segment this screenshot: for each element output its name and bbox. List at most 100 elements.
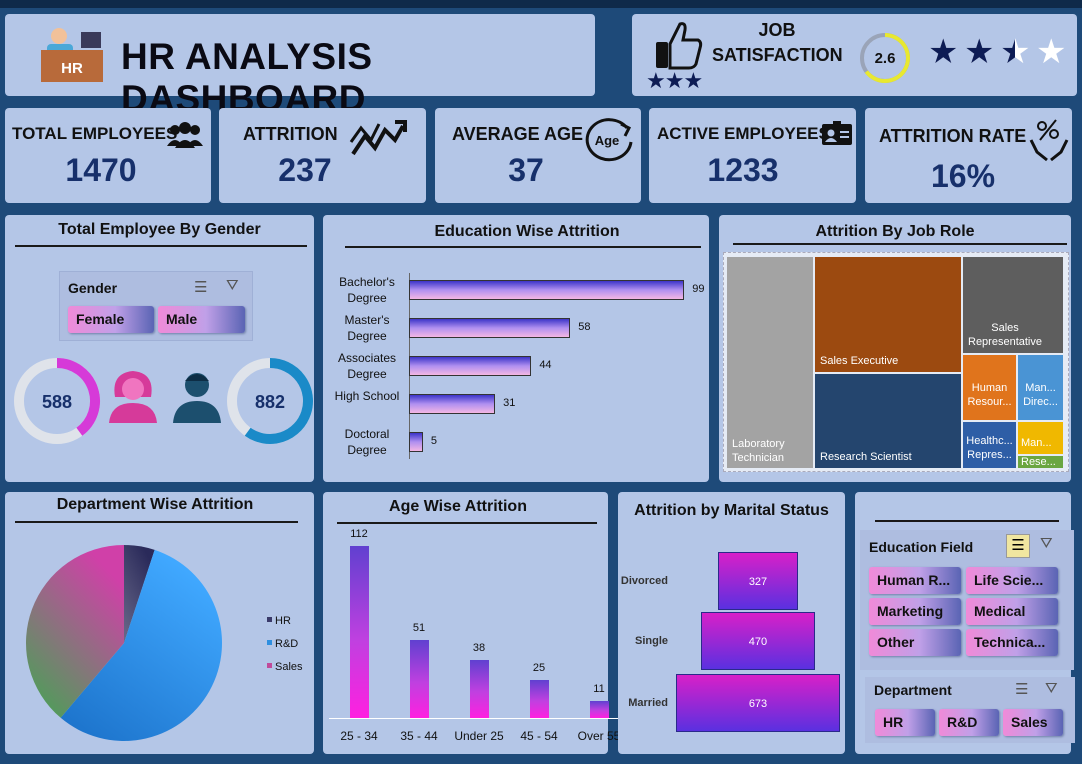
treemap-label: Human Resour... <box>967 382 1012 408</box>
treemap-label: Laboratory Technician <box>732 438 785 464</box>
slicers-panel: Education Field ☰ ⛛ Human R... Life Scie.… <box>855 492 1075 754</box>
treemap-manager[interactable]: Man... <box>1018 422 1063 454</box>
female-count: 588 <box>42 392 72 412</box>
multi-select-icon[interactable]: ☰ <box>1015 680 1028 698</box>
job-satisfaction-card: ★★★ JOB SATISFACTION 2.6 ★★★★★★★★ <box>632 14 1077 96</box>
multi-select-icon[interactable]: ☰ <box>1006 534 1030 558</box>
education-category-label: Master's Degree <box>344 313 390 343</box>
age-value-label: 38 <box>472 641 486 654</box>
slicer-education-field-button[interactable]: Technica... <box>966 629 1058 656</box>
department-pie-chart: HR R&D Sales <box>26 545 303 741</box>
education-field-slicer-title: Education Field <box>869 539 974 555</box>
legend-swatch <box>267 663 272 668</box>
kpi-value: 37 <box>508 152 544 188</box>
gender-slicer: Gender ☰ ⛛ Female Male <box>59 271 253 341</box>
rating-star: ★★ <box>928 33 959 71</box>
multi-select-icon[interactable]: ☰ <box>194 278 207 296</box>
legend-label: Sales <box>275 661 303 673</box>
marital-chart: 327 Divorced 470 Single 673 Married <box>618 492 845 754</box>
treemap-label: Healthc... Repres... <box>966 435 1013 461</box>
age-panel: Age Wise Attrition 112 25 - 34 51 35 - 44 38… <box>323 492 637 754</box>
treemap-laboratory-technician[interactable]: Laboratory Technician <box>727 257 813 468</box>
kpi-label: ACTIVE EMPLOYEES <box>657 124 830 143</box>
education-bar[interactable] <box>409 394 496 414</box>
rating-star-fill: ★ <box>964 34 994 70</box>
gender-panel: Total Employee By Gender Gender ☰ ⛛ Fema… <box>5 215 314 482</box>
satisfaction-score: 2.6 <box>875 50 896 67</box>
slicer-sales-button[interactable]: Sales <box>1003 709 1063 736</box>
slicer-education-field-button[interactable]: Other <box>869 629 961 656</box>
department-slicer: Department ☰ ⛛ HR R&D Sales <box>865 677 1075 743</box>
kpi-active-employees: ACTIVE EMPLOYEES 1233 <box>649 108 856 203</box>
treemap-sales-representative[interactable]: Sales Representative <box>963 257 1063 353</box>
gender-slicer-title: Gender <box>68 280 118 296</box>
education-panel: Education Wise Attrition Bachelor's Degr… <box>323 215 709 482</box>
treemap-research-director[interactable]: Rese... <box>1018 456 1063 468</box>
treemap-human-resources[interactable]: Human Resour... <box>963 355 1016 420</box>
hr-logo-icon: HR <box>41 28 103 82</box>
treemap-research-scientist[interactable]: Research Scientist <box>815 374 961 468</box>
slicer-female-button[interactable]: Female <box>68 306 154 333</box>
education-category-label: Doctoral Degree <box>344 427 390 457</box>
slicer-rd-button[interactable]: R&D <box>939 709 999 736</box>
age-bar[interactable] <box>590 701 609 718</box>
age-bar[interactable] <box>470 659 489 718</box>
slicer-male-button[interactable]: Male <box>158 306 245 333</box>
education-value-label: 31 <box>503 397 516 409</box>
age-bar[interactable] <box>410 639 429 718</box>
treemap-sales-executive[interactable]: Sales Executive <box>815 257 961 372</box>
age-value-label: 11 <box>593 683 605 696</box>
treemap-label: Man... <box>1021 437 1052 449</box>
job-satisfaction-title: JOB SATISFACTION <box>712 20 843 65</box>
kpi-value: 16% <box>930 158 996 194</box>
kpi-value: 237 <box>278 152 332 188</box>
legend-label: R&D <box>275 638 298 650</box>
treemap-label: Sales Representative <box>968 322 1042 348</box>
marital-panel: Attrition by Marital Status 327 Divorced 4… <box>618 492 845 754</box>
clear-filter-icon[interactable]: ⛛ <box>1040 535 1053 552</box>
kpi-label: ATTRITION RATE <box>879 126 1027 146</box>
small-stars: ★★★ <box>646 68 703 93</box>
slicer-education-field-button[interactable]: Human R... <box>869 567 961 594</box>
department-slicer-title: Department <box>874 682 952 698</box>
age-bar[interactable] <box>350 546 369 718</box>
education-bar[interactable] <box>409 356 532 376</box>
satisfaction-gauge: 2.6 <box>860 33 910 83</box>
rating-star: ★★ <box>1036 33 1067 71</box>
education-bar[interactable] <box>409 318 571 338</box>
slicer-education-field-button[interactable]: Life Scie... <box>966 567 1058 594</box>
id-card-icon <box>822 121 852 145</box>
clear-filter-icon[interactable]: ⛛ <box>226 277 239 294</box>
gender-panel-title: Total Employee By Gender <box>58 221 261 238</box>
female-donut: 588 <box>14 358 100 444</box>
slicer-education-field-button[interactable]: Medical <box>966 598 1058 625</box>
marital-bar[interactable]: 673 <box>676 674 840 732</box>
department-panel-title: Department Wise Attrition <box>56 496 254 513</box>
treemap-label: Man... Direc... <box>1023 382 1058 408</box>
treemap-manufacturing-director[interactable]: Man... Direc... <box>1018 355 1063 420</box>
education-value-label: 99 <box>692 283 705 295</box>
title-underline <box>15 245 307 247</box>
title-underline <box>15 521 298 523</box>
treemap-healthcare-representative[interactable]: Healthc... Repres... <box>963 422 1016 468</box>
legend-swatch <box>267 617 272 622</box>
top-strip <box>0 0 1082 8</box>
male-donut: 882 <box>227 358 313 444</box>
education-value-label: 44 <box>539 359 552 371</box>
marital-bar[interactable]: 327 <box>718 552 798 610</box>
slicer-education-field-button[interactable]: Marketing <box>869 598 961 625</box>
marital-bar[interactable]: 470 <box>700 612 816 670</box>
rating-star: ★★ <box>1000 33 1031 71</box>
age-bar[interactable] <box>530 679 549 718</box>
age-value-label: 25 <box>532 661 546 674</box>
kpi-attrition-rate: ATTRITION RATE 16% <box>865 108 1072 203</box>
clear-filter-icon[interactable]: ⛛ <box>1045 680 1058 697</box>
legend-swatch <box>267 640 272 645</box>
slicer-hr-button[interactable]: HR <box>875 709 935 736</box>
kpi-label: AVERAGE AGE <box>452 124 584 144</box>
education-bar[interactable] <box>409 280 685 300</box>
marital-category-label: Divorced <box>620 575 668 587</box>
marital-category-label: Married <box>628 697 668 709</box>
education-value-label: 58 <box>578 321 591 333</box>
education-bar[interactable] <box>409 432 423 452</box>
